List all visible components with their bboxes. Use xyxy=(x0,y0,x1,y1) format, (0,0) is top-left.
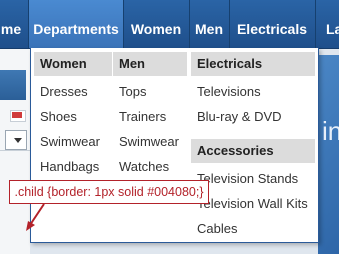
menu-item-swimwear-men[interactable]: Swimwear xyxy=(119,134,179,149)
departments-dropdown: Women Dresses Shoes Swimwear Handbags Me… xyxy=(30,48,319,243)
background-banner xyxy=(318,55,339,254)
menu-item-television-stands[interactable]: Television Stands xyxy=(197,171,298,186)
css-annotation-callout: .child {border: 1px solid #004080;} xyxy=(9,180,209,204)
nav-item-departments[interactable]: Departments xyxy=(29,0,123,48)
menu-item-trainers[interactable]: Trainers xyxy=(119,109,166,124)
background-blue-panel xyxy=(0,70,26,100)
menu-item-televisions[interactable]: Televisions xyxy=(197,84,261,99)
column-heading-accessories[interactable]: Accessories xyxy=(191,139,315,163)
menu-item-television-wall-kits[interactable]: Television Wall Kits xyxy=(197,196,308,211)
background-banner-text: in xyxy=(322,116,339,146)
menu-item-dresses[interactable]: Dresses xyxy=(40,84,88,99)
menu-item-shoes[interactable]: Shoes xyxy=(40,109,77,124)
menu-item-tops[interactable]: Tops xyxy=(119,84,146,99)
column-heading-electricals[interactable]: Electricals xyxy=(191,52,315,76)
background-divider xyxy=(0,150,30,151)
column-heading-women[interactable]: Women xyxy=(34,52,112,76)
background-select[interactable] xyxy=(5,130,27,150)
nav-item-women[interactable]: Women xyxy=(124,0,188,48)
menu-item-handbags[interactable]: Handbags xyxy=(40,159,99,174)
column-heading-men[interactable]: Men xyxy=(113,52,187,76)
menu-item-cables[interactable]: Cables xyxy=(197,221,237,236)
top-navigation: me Departments Women Men Electricals La xyxy=(0,0,339,49)
nav-item-home[interactable]: me xyxy=(0,0,26,48)
flag-icon xyxy=(12,112,22,118)
menu-item-swimwear-women[interactable]: Swimwear xyxy=(40,134,100,149)
menu-item-watches[interactable]: Watches xyxy=(119,159,169,174)
menu-item-bluray-dvd[interactable]: Blu-ray & DVD xyxy=(197,109,282,124)
nav-item-men[interactable]: Men xyxy=(190,0,228,48)
nav-item-electricals[interactable]: Electricals xyxy=(230,0,314,48)
nav-item-more[interactable]: La xyxy=(316,0,339,48)
